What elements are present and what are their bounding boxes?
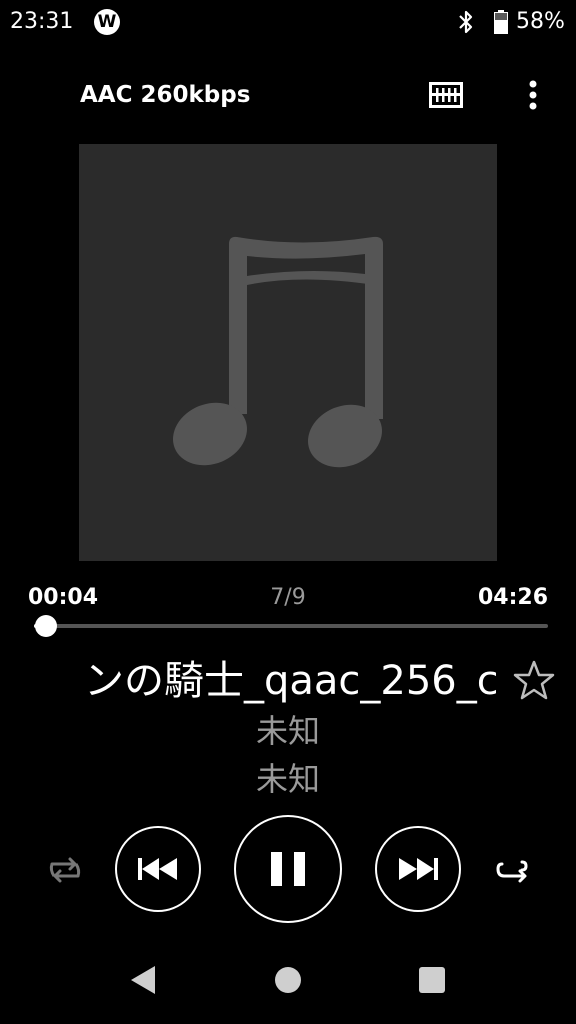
more-vert-icon[interactable] bbox=[520, 76, 546, 114]
track-title: ンの騎士_qaac_256_c bbox=[84, 658, 496, 704]
album-name: 未知 bbox=[255, 760, 320, 798]
pause-button[interactable] bbox=[234, 815, 342, 923]
walkman-icon: W bbox=[94, 9, 120, 35]
skip-next-icon bbox=[399, 858, 438, 880]
recents-square-icon[interactable] bbox=[419, 967, 445, 993]
artist-name: 未知 bbox=[255, 712, 320, 750]
track-position: 7/9 bbox=[270, 585, 306, 610]
bluetooth-icon bbox=[459, 10, 473, 34]
next-button[interactable] bbox=[375, 826, 461, 912]
battery-percent: 58% bbox=[516, 9, 565, 34]
star-outline-icon[interactable] bbox=[512, 658, 556, 702]
shuffle-icon[interactable] bbox=[44, 850, 86, 890]
seek-thumb[interactable] bbox=[34, 615, 57, 637]
back-triangle-icon[interactable] bbox=[127, 962, 159, 998]
elapsed-time: 00:04 bbox=[28, 585, 99, 610]
previous-button[interactable] bbox=[115, 826, 201, 912]
total-time: 04:26 bbox=[477, 585, 548, 610]
equalizer-icon[interactable] bbox=[426, 78, 466, 112]
home-circle-icon[interactable] bbox=[275, 967, 301, 993]
repeat-icon[interactable] bbox=[492, 852, 532, 892]
battery-icon bbox=[494, 10, 508, 34]
status-time: 23:31 bbox=[10, 9, 74, 34]
music-note-icon bbox=[173, 236, 383, 468]
track-title-container: ンの騎士_qaac_256_c bbox=[60, 650, 496, 714]
codec-label: AAC 260kbps bbox=[80, 82, 251, 108]
album-artwork bbox=[79, 144, 497, 561]
seek-bar[interactable] bbox=[34, 624, 548, 628]
skip-previous-icon bbox=[138, 858, 177, 880]
pause-icon bbox=[271, 852, 305, 886]
